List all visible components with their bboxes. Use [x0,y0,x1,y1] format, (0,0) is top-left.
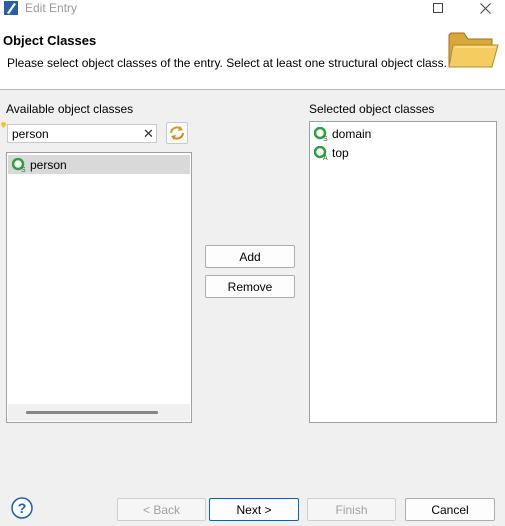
svg-text:?: ? [18,500,27,516]
wizard-header: Object Classes Please select object clas… [0,17,505,89]
header-divider [0,89,505,90]
clear-filter-icon[interactable]: ✕ [143,126,154,141]
help-icon[interactable]: ? [11,497,33,519]
list-item-label: domain [332,126,372,141]
refresh-icon [170,126,184,140]
content-assist-icon [1,122,6,128]
maximize-button[interactable] [426,0,450,16]
horizontal-scrollbar[interactable] [8,404,190,421]
filter-input[interactable] [12,127,140,141]
structural-class-icon: S [12,157,26,172]
cancel-button[interactable]: Cancel [405,498,495,521]
page-title: Object Classes [3,33,97,48]
selected-classes-label: Selected object classes [309,102,435,116]
finish-button[interactable]: Finish [307,498,396,521]
maximize-icon [433,3,443,13]
page-description: Please select object classes of the entr… [7,56,447,70]
svg-text:S: S [21,167,26,172]
refresh-button[interactable] [166,122,188,144]
close-icon [479,2,491,14]
window-title: Edit Entry [25,1,78,15]
add-button[interactable]: Add [205,245,295,268]
list-item[interactable]: A top [314,143,349,162]
list-item[interactable]: S domain [314,124,371,143]
svg-text:S: S [323,136,328,141]
list-item[interactable]: S person [8,155,190,174]
available-classes-label: Available object classes [6,102,134,116]
available-classes-list[interactable]: S person [6,152,192,423]
scrollbar-thumb[interactable] [26,411,158,414]
close-button[interactable] [473,0,497,16]
structural-class-icon: S [314,126,328,141]
app-icon [4,1,18,15]
selected-classes-list[interactable]: S domain A top [309,121,497,423]
folder-icon [448,32,499,68]
svg-text:A: A [323,155,328,160]
filter-field[interactable]: ✕ [7,124,157,143]
abstract-class-icon: A [314,145,328,160]
list-item-label: top [332,145,349,160]
next-button[interactable]: Next > [209,498,299,521]
back-button[interactable]: < Back [117,498,206,521]
title-bar: Edit Entry [0,0,505,17]
list-item-label: person [30,157,67,172]
remove-button[interactable]: Remove [205,275,295,298]
